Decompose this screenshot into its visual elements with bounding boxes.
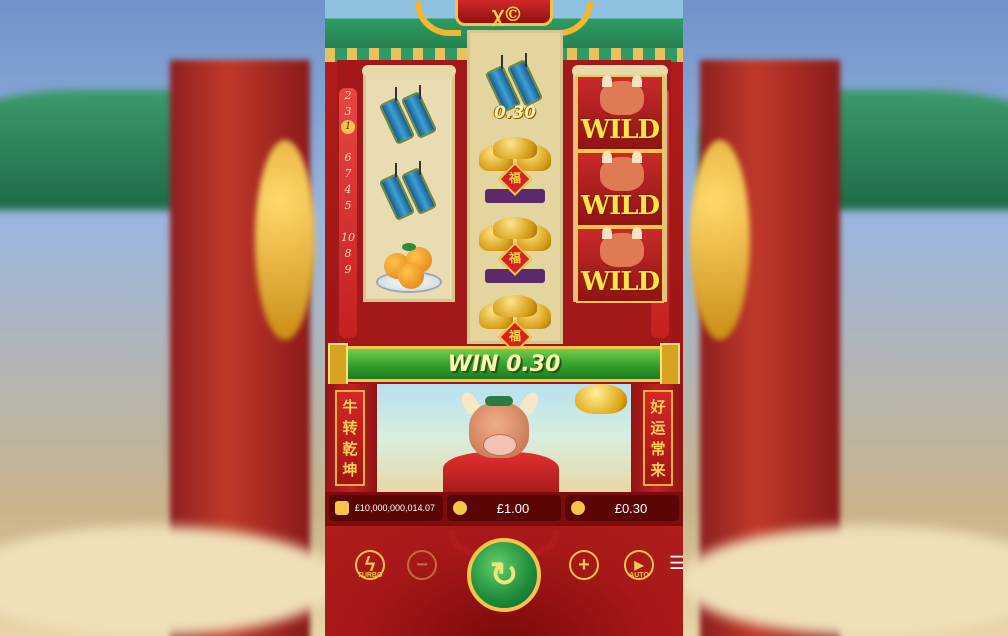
couplet-char: 好 xyxy=(650,398,666,416)
balance-display[interactable]: £10,000,000,014.07 xyxy=(329,495,443,521)
wild-label: WILD xyxy=(580,267,660,297)
decrease-bet-button[interactable]: − xyxy=(407,550,437,580)
gold-ingot-icon: 福 xyxy=(475,217,555,289)
wild-label: WILD xyxy=(580,191,660,221)
autoplay-label: AUTO xyxy=(629,572,649,579)
orange-plate-icon xyxy=(374,237,444,297)
gold-ingot-icon: 福 xyxy=(475,137,555,209)
payline-number: 3 xyxy=(344,105,352,118)
firecracker-icon xyxy=(378,85,439,147)
bet-display[interactable]: £1.00 xyxy=(447,495,561,521)
fu-glyph: 福 xyxy=(508,171,521,185)
ox-mascot xyxy=(433,389,563,494)
floating-gold-ingot-icon xyxy=(575,384,627,414)
reel-scroll-top xyxy=(362,65,456,77)
spin-horn-left xyxy=(449,530,475,556)
character-scene: 牛 转 乾 坤 好 运 常 来 xyxy=(325,384,683,494)
couplet-left: 牛 转 乾 坤 xyxy=(335,390,365,486)
payline-number: 2 xyxy=(344,89,352,102)
wild-ox-icon: WILD xyxy=(576,227,664,303)
spin-button[interactable]: ↻ xyxy=(467,538,541,612)
balance-value: £10,000,000,014.07 xyxy=(354,503,435,513)
payline-number: 8 xyxy=(344,247,352,260)
background-horn-right xyxy=(690,140,750,340)
balance-bar: £10,000,000,014.07 £1.00 £0.30 xyxy=(325,492,683,526)
couplet-char: 牛 xyxy=(342,398,358,416)
wild-ox-icon: WILD xyxy=(576,151,664,227)
game-logo-plaque: ꭓ© xyxy=(455,0,553,26)
game-panel: ꭓ© 2 3 1 6 7 4 5 10 8 9 2 4 1 6 8 3 5 xyxy=(325,0,683,636)
wild-label: WILD xyxy=(580,115,660,145)
payline-numbers-left: 2 3 1 6 7 4 5 10 8 9 xyxy=(339,88,357,338)
couplet-char: 乾 xyxy=(342,440,358,458)
win-badge-icon xyxy=(571,501,585,515)
payline-number: 7 xyxy=(344,167,352,180)
wild-ox-icon: WILD xyxy=(576,75,664,151)
fu-glyph: 福 xyxy=(508,329,521,343)
win-banner: WIN 0.30 xyxy=(328,343,680,387)
play-icon: ▶ xyxy=(634,558,644,572)
turbo-label: TURBO xyxy=(357,572,383,579)
bet-value: £1.00 xyxy=(496,500,530,516)
increase-bet-button[interactable]: + xyxy=(569,550,599,580)
win-banner-text: WIN 0.30 xyxy=(447,352,561,377)
control-panel: ϟ TURBO − ↻ + ▶ AUTO ☰ xyxy=(325,526,683,636)
couplet-char: 坤 xyxy=(342,461,358,479)
reel-1 xyxy=(362,65,456,302)
spin-arrows-icon: ↻ xyxy=(489,556,519,594)
reel-frame: 2 3 1 6 7 4 5 10 8 9 2 4 1 6 8 3 5 10 7 … xyxy=(337,30,671,361)
payline-number: 5 xyxy=(344,199,352,212)
payline-number-active: 1 xyxy=(341,120,355,134)
couplet-char: 来 xyxy=(650,461,666,479)
payline-number: 9 xyxy=(344,263,352,276)
ox-logo-icon: ꭓ© xyxy=(492,2,524,26)
payline-number: 10 xyxy=(341,231,355,244)
couplet-char: 运 xyxy=(650,419,666,437)
couplet-char: 常 xyxy=(650,440,666,458)
payline-number: 4 xyxy=(344,183,352,196)
symbol-win-amount: 0.30 xyxy=(494,103,536,123)
reel-3: WILD WILD WILD xyxy=(572,65,668,303)
firecracker-icon xyxy=(378,161,439,223)
win-display: £0.30 xyxy=(565,495,679,521)
couplet-right: 好 运 常 来 xyxy=(643,390,673,486)
couplet-char: 转 xyxy=(342,419,358,437)
background-horn-left xyxy=(255,140,315,340)
payline-number: 6 xyxy=(344,151,352,164)
wallet-icon xyxy=(335,501,349,515)
menu-icon[interactable]: ☰ xyxy=(669,554,683,572)
win-value: £0.30 xyxy=(614,500,648,516)
spin-horn-right xyxy=(533,530,559,556)
coin-stack-icon xyxy=(453,501,467,515)
reel-2: 0.30 福 福 福 xyxy=(467,30,563,361)
fu-glyph: 福 xyxy=(508,251,521,265)
